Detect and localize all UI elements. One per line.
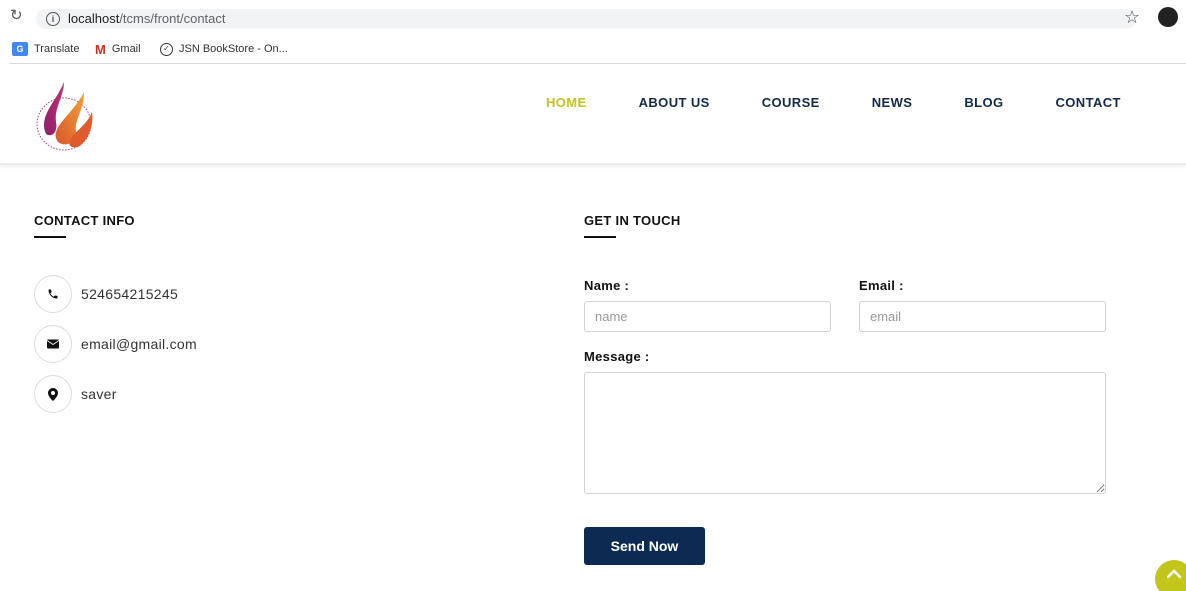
contact-email-row: email@gmail.com xyxy=(34,325,197,363)
bookmark-gmail[interactable]: M Gmail xyxy=(95,40,141,58)
gmail-icon: M xyxy=(95,41,106,57)
bookmark-label: JSN BookStore - On... xyxy=(179,43,288,55)
bookmarks-bar: G Translate M Gmail ✓ JSN BookStore - On… xyxy=(0,36,1186,62)
send-now-button[interactable]: Send Now xyxy=(584,527,705,565)
check-circle-icon: ✓ xyxy=(160,42,173,56)
address-bar[interactable]: i localhost/tcms/front/contact xyxy=(36,9,1136,29)
url-text: localhost/tcms/front/contact xyxy=(68,11,226,26)
contact-phone: 524654215245 xyxy=(81,286,179,302)
main-nav: HOME ABOUT US COURSE NEWS BLOG CONTACT xyxy=(546,95,1121,110)
phone-icon xyxy=(34,275,72,313)
browser-address-bar-row: ↻ i localhost/tcms/front/contact ☆ xyxy=(0,0,1186,36)
site-header: HOME ABOUT US COURSE NEWS BLOG CONTACT xyxy=(0,64,1186,165)
get-in-touch-underline xyxy=(584,236,616,238)
nav-home[interactable]: HOME xyxy=(546,95,587,110)
email-input[interactable] xyxy=(859,301,1106,332)
nav-contact[interactable]: CONTACT xyxy=(1056,95,1121,110)
google-translate-icon: G xyxy=(12,42,28,56)
profile-avatar[interactable] xyxy=(1158,7,1178,27)
bookmark-label: Translate xyxy=(34,43,80,55)
site-logo[interactable] xyxy=(34,76,101,153)
message-label: Message : xyxy=(584,349,650,364)
site-info-icon[interactable]: i xyxy=(46,12,60,26)
contact-info-underline xyxy=(34,236,66,238)
message-textarea[interactable] xyxy=(584,372,1106,494)
envelope-icon xyxy=(34,325,72,363)
email-label: Email : xyxy=(859,278,904,293)
bookmark-star-icon[interactable]: ☆ xyxy=(1124,7,1140,27)
contact-email: email@gmail.com xyxy=(81,336,197,352)
name-label: Name : xyxy=(584,278,630,293)
bookmark-translate[interactable]: G Translate xyxy=(12,40,79,58)
nav-about-us[interactable]: ABOUT US xyxy=(639,95,710,110)
contact-phone-row: 524654215245 xyxy=(34,275,178,313)
contact-info-title: CONTACT INFO xyxy=(34,213,135,228)
bookmark-label: Gmail xyxy=(111,43,141,55)
contact-address-row: saver xyxy=(34,375,117,413)
get-in-touch-title: GET IN TOUCH xyxy=(584,213,681,228)
map-marker-icon xyxy=(34,375,72,413)
nav-news[interactable]: NEWS xyxy=(872,95,913,110)
name-input[interactable] xyxy=(584,301,831,332)
chevron-up-icon xyxy=(1167,569,1181,579)
bookmark-jsn-bookstore[interactable]: ✓ JSN BookStore - On... xyxy=(160,40,288,58)
scroll-to-top-button[interactable] xyxy=(1155,560,1186,591)
nav-blog[interactable]: BLOG xyxy=(964,95,1003,110)
nav-course[interactable]: COURSE xyxy=(762,95,820,110)
contact-address: saver xyxy=(81,386,117,402)
reload-icon[interactable]: ↻ xyxy=(10,8,26,24)
